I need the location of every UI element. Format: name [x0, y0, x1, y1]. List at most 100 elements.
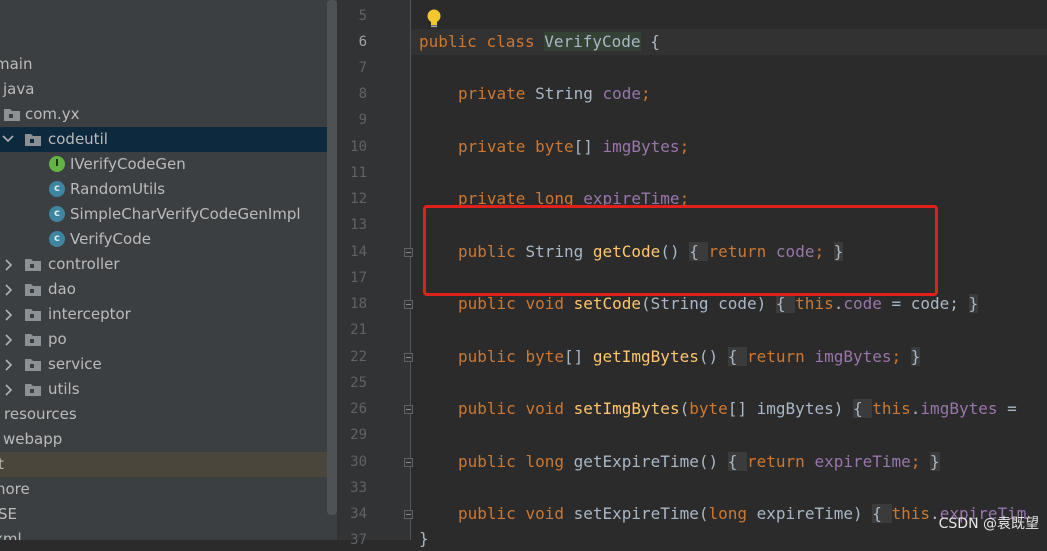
tree-row-gitignore[interactable]: nore	[0, 477, 338, 502]
line-number: 17	[350, 270, 367, 286]
package-folder-icon	[25, 258, 41, 271]
line-number-current: 6	[358, 34, 367, 50]
tree-row-iverifycodegen[interactable]: I IVerifyCodeGen	[0, 152, 338, 177]
code-line-30[interactable]: public long getExpireTime() { return exp…	[458, 450, 940, 474]
chevron-right-icon[interactable]	[3, 377, 17, 402]
fold-toggle-icon[interactable]	[404, 405, 413, 414]
line-number: 5	[358, 8, 367, 24]
chevron-right-icon[interactable]	[3, 327, 17, 352]
tree-row-randomutils[interactable]: c RandomUtils	[0, 177, 338, 202]
code-token: byte	[535, 137, 574, 156]
line-number: 22	[350, 349, 367, 365]
code-line-22[interactable]: public byte[] getImgBytes() { return img…	[458, 345, 921, 369]
tree-row-utils[interactable]: utils	[0, 377, 338, 402]
code-token: byte	[689, 399, 728, 418]
code-line-37[interactable]: }	[419, 527, 429, 551]
tree-label: codeutil	[48, 130, 108, 148]
code-token: private	[458, 137, 536, 156]
field-token: code	[602, 84, 642, 103]
tree-row-main[interactable]: main	[0, 52, 338, 77]
code-token: void	[525, 399, 574, 418]
tree-label: resources	[4, 405, 77, 423]
method-token: setExpireTime	[573, 504, 699, 523]
tree-row-license[interactable]: SE	[0, 502, 338, 527]
class-icon: c	[49, 206, 65, 222]
fold-toggle-icon[interactable]	[404, 458, 413, 467]
tree-label: webapp	[3, 430, 63, 448]
line-number: 26	[350, 401, 367, 417]
code-token: class	[486, 32, 545, 51]
package-folder-icon	[25, 133, 41, 146]
class-icon: c	[49, 231, 65, 247]
tree-row-verifycode[interactable]: c VerifyCode	[0, 227, 338, 252]
code-token: ;	[641, 84, 651, 103]
tree-row-controller[interactable]: controller	[0, 252, 338, 277]
code-token: []	[573, 137, 603, 156]
line-number: 30	[350, 454, 367, 470]
code-token: {	[727, 452, 748, 471]
code-line-8[interactable]: private String code;	[458, 82, 651, 106]
code-token: .	[833, 294, 844, 313]
code-token: return	[747, 452, 815, 471]
package-folder-icon	[25, 308, 41, 321]
fold-toggle-icon[interactable]	[404, 353, 413, 362]
code-token: }	[968, 294, 979, 313]
tree-label: SimpleCharVerifyCodeGenImpl	[70, 205, 301, 223]
code-token: return	[747, 347, 815, 366]
tree-label: t	[0, 455, 4, 473]
code-token: this	[872, 399, 911, 418]
package-folder-icon	[25, 283, 41, 296]
tree-row-po[interactable]: po	[0, 327, 338, 352]
tree-row-simplecharverifycodegenimpl[interactable]: c SimpleCharVerifyCodeGenImpl	[0, 202, 338, 227]
chevron-down-icon[interactable]	[1, 127, 15, 152]
code-token: void	[525, 294, 574, 313]
code-line-26[interactable]: public void setImgBytes(byte[] imgBytes)…	[458, 397, 1026, 421]
code-token: (	[679, 399, 690, 418]
tree-label: IVerifyCodeGen	[70, 155, 186, 173]
tree-row-webapp[interactable]: webapp	[0, 427, 338, 452]
fold-toggle-icon[interactable]	[404, 510, 413, 519]
code-token: public	[458, 504, 526, 523]
code-token: }	[419, 529, 429, 548]
tree-label: VerifyCode	[70, 230, 151, 248]
tree-row-service[interactable]: service	[0, 352, 338, 377]
code-token: public	[458, 294, 526, 313]
tree-row-codeutil[interactable]: codeutil	[0, 127, 338, 152]
tree-row-dao[interactable]: dao	[0, 277, 338, 302]
code-token: byte	[525, 347, 564, 366]
code-token: public	[458, 452, 526, 471]
code-line-6[interactable]: public class VerifyCode {	[419, 30, 660, 54]
tree-row-target[interactable]: t	[0, 452, 338, 477]
chevron-right-icon[interactable]	[3, 352, 17, 377]
code-token: long	[525, 452, 574, 471]
class-name-token: VerifyCode	[544, 32, 641, 51]
lightbulb-icon[interactable]	[425, 8, 443, 30]
tree-row-pom-xml[interactable]: xml	[0, 527, 338, 540]
tree-row-interceptor[interactable]: interceptor	[0, 302, 338, 327]
line-number: 14	[350, 244, 367, 260]
tree-scrollbar[interactable]	[327, 0, 337, 515]
package-folder-icon	[25, 358, 41, 371]
line-number: 13	[350, 217, 367, 233]
code-token: public	[419, 32, 487, 51]
method-token: setCode	[573, 294, 642, 313]
code-token: }	[930, 452, 940, 471]
line-number: 11	[350, 165, 367, 181]
package-folder-icon	[25, 333, 41, 346]
tree-row-com-yx[interactable]: com.yx	[0, 102, 338, 127]
fold-toggle-icon[interactable]	[404, 248, 413, 257]
chevron-right-icon[interactable]	[3, 252, 17, 277]
code-token: }	[910, 347, 921, 366]
chevron-right-icon[interactable]	[3, 277, 17, 302]
tree-label: main	[0, 55, 33, 73]
tree-row-resources[interactable]: resources	[0, 402, 338, 427]
fold-toggle-icon[interactable]	[404, 300, 413, 309]
code-line-10[interactable]: private byte[] imgBytes;	[458, 135, 689, 159]
tree-row-java[interactable]: java	[0, 77, 338, 102]
tree-label: po	[48, 330, 67, 348]
code-token: public	[458, 399, 526, 418]
method-token: getImgBytes	[592, 347, 699, 366]
tree-label: nore	[0, 480, 30, 498]
chevron-right-icon[interactable]	[3, 302, 17, 327]
annotation-box	[423, 205, 938, 296]
